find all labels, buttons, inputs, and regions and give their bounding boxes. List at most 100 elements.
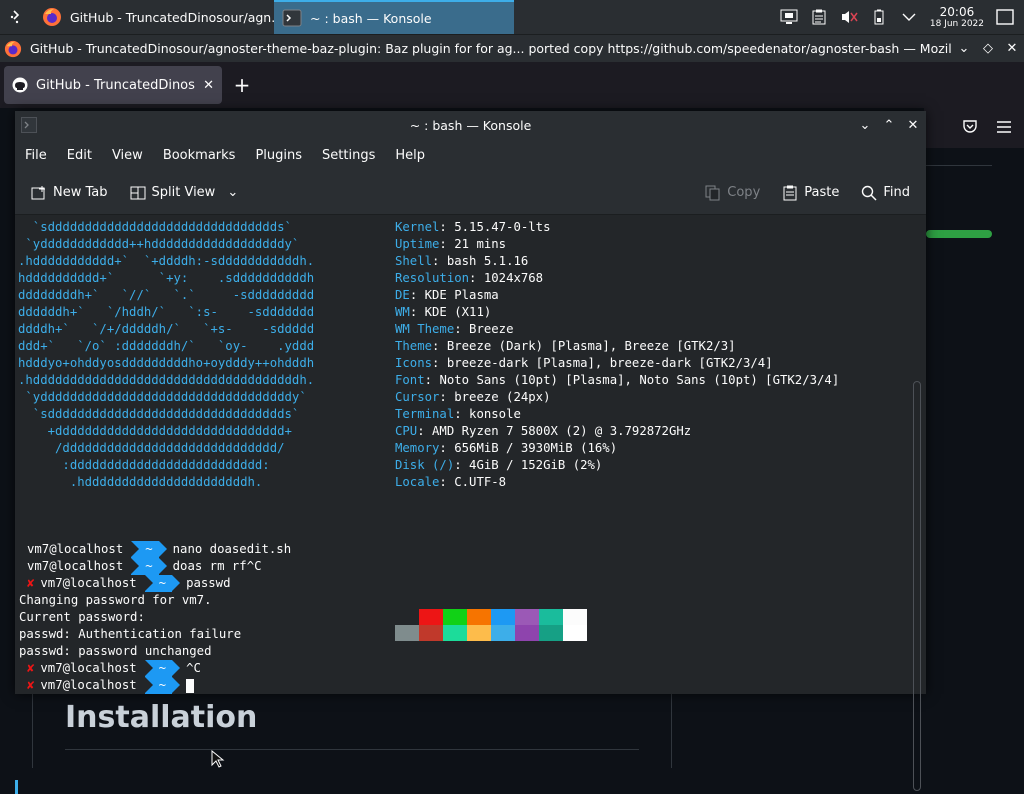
show-desktop-icon[interactable] [996,8,1014,26]
logo-line: ddd+` `/o` :dddddddh/` `oy- .yddd [18,339,315,353]
info-separator: : [454,458,470,472]
menu-item-help[interactable]: Help [395,148,425,163]
clock-date: 18 Jun 2022 [929,18,984,29]
menu-item-settings[interactable]: Settings [322,148,375,163]
close-icon[interactable]: ✕ [906,118,920,133]
output-text: Current password: [19,610,145,624]
color-swatch [395,625,419,641]
clock-time: 20:06 [939,4,975,19]
output-text: passwd: Authentication failure [19,627,242,641]
find-button[interactable]: Find [861,185,910,201]
info-key: Terminal [395,407,455,421]
logo-line: ddddddh+` `/hddh/` `:s- -sddddddd [18,305,315,319]
pocket-icon[interactable] [962,118,978,138]
prompt-command: nano doasedit.sh [172,542,292,556]
info-value: 656MiB / 3930MiB (16%) [454,441,618,455]
info-separator: : [439,441,455,455]
firefox-tab-bar: GitHub - TruncatedDinosour ✕ + [0,62,1024,108]
color-swatch [563,625,587,641]
info-row: Shell: bash 5.1.16 [395,253,839,270]
new-tab-icon[interactable]: + [222,73,262,97]
color-swatch [419,625,443,641]
color-swatch [467,609,491,625]
menu-item-edit[interactable]: Edit [67,148,92,163]
konsole-window: ~ : bash — Konsole ⌄ ⌃ ✕ File Edit View Boo… [15,111,926,794]
menu-item-view[interactable]: View [112,148,143,163]
output-line: Changing password for vm7. [19,592,291,609]
close-icon[interactable]: ✕ [1000,41,1024,56]
split-view-label: Split View [151,185,216,200]
menu-item-plugins[interactable]: Plugins [255,148,302,163]
konsole-titlebar: ~ : bash — Konsole ⌄ ⌃ ✕ [15,111,926,139]
color-swatch [515,625,539,641]
prompt-line: ✘ vm7@localhost ~ [19,677,291,694]
info-row: Uptime: 21 mins [395,236,839,253]
info-separator: : [409,288,425,302]
taskbar-item-konsole[interactable]: ~ : bash — Konsole [274,0,514,34]
info-separator: : [432,339,447,353]
info-row: Disk (/): 4GiB / 152GiB (2%) [395,457,839,474]
output-text: passwd: password unchanged [19,644,212,658]
output-line: passwd: password unchanged [19,643,291,660]
info-row: Theme: Breeze (Dark) [Plasma], Breeze [G… [395,338,839,355]
prompt-directory: ~ [144,575,181,592]
color-swatch [443,625,467,641]
top-panel: GitHub - TruncatedDinosour/agn... ~ : ba… [0,0,1024,34]
prompt-command: doas rm rf^C [172,559,262,573]
scrollbar[interactable] [913,381,921,791]
info-value: breeze-dark [Plasma], breeze-dark [GTK2/… [446,356,773,370]
find-label: Find [883,185,910,200]
logo-line: `sdddddddddddddddddddddddddddddddds` [18,407,300,421]
info-key: Theme [395,339,433,353]
prompt-line: ✘ vm7@localhost ~ ^C [19,660,291,677]
info-separator: : [454,407,470,421]
info-value: bash 5.1.16 [446,254,529,268]
info-separator: : [432,254,447,268]
browser-tab[interactable]: GitHub - TruncatedDinosour ✕ [4,66,222,104]
info-separator: : [439,220,455,234]
info-key: Kernel [395,220,440,234]
split-view-icon [130,186,145,199]
info-row: Locale: C.UTF-8 [395,474,839,491]
prompt-line: vm7@localhost ~ doas rm rf^C [19,558,291,575]
info-separator: : [424,373,440,387]
new-tab-label: New Tab [53,185,108,200]
chevron-down-icon[interactable]: ⌄ [227,185,238,200]
prompt-user: vm7@localhost [27,542,124,556]
minimize-icon[interactable]: ⌄ [858,118,872,133]
logo-line: :dddddddddddddddddddddddddd: [18,458,270,472]
digital-clock[interactable]: 20:06 18 Jun 2022 [930,6,984,29]
firefox-toolbar-right [924,108,1024,148]
menu-item-bookmarks[interactable]: Bookmarks [163,148,236,163]
new-tab-button[interactable]: New Tab [31,185,108,201]
prompt-line: ✘ vm7@localhost ~ passwd [19,575,291,592]
hamburger-menu-icon[interactable] [996,119,1012,138]
maximize-icon[interactable]: ◇ [976,41,1000,56]
color-swatch [395,609,419,625]
application-launcher-icon[interactable] [0,0,34,34]
copy-button[interactable]: Copy [705,185,760,201]
info-value: KDE (X11) [424,305,492,319]
heading-divider [65,749,639,750]
github-icon [12,77,28,93]
info-row: Cursor: breeze (24px) [395,389,839,406]
clipboard-icon[interactable] [810,8,828,26]
logo-line: .hddddddddddddddddddddddddddddddddddddh. [18,373,315,387]
terminal-view[interactable]: `sddddddddddddddddddddddddddddddds` `ydd… [15,215,926,794]
color-palette [395,609,587,641]
maximize-icon[interactable]: ⌃ [882,118,896,133]
minimize-icon[interactable]: ⌄ [952,41,976,56]
chevron-down-icon[interactable] [900,8,918,26]
logo-line: `ydddddddddddd++hddddddddddddddddddy` [18,237,300,251]
info-separator: : [409,305,425,319]
paste-button[interactable]: Paste [782,185,839,201]
split-view-button[interactable]: Split View ⌄ [130,185,238,201]
info-value: KDE Plasma [424,288,499,302]
close-tab-icon[interactable]: ✕ [203,78,214,93]
display-configuration-icon[interactable] [780,8,798,26]
info-value: Breeze [469,322,514,336]
taskbar-item-firefox[interactable]: GitHub - TruncatedDinosour/agn... [34,0,274,34]
audio-muted-icon[interactable] [840,8,858,26]
menu-item-file[interactable]: File [25,148,47,163]
battery-icon[interactable] [870,8,888,26]
